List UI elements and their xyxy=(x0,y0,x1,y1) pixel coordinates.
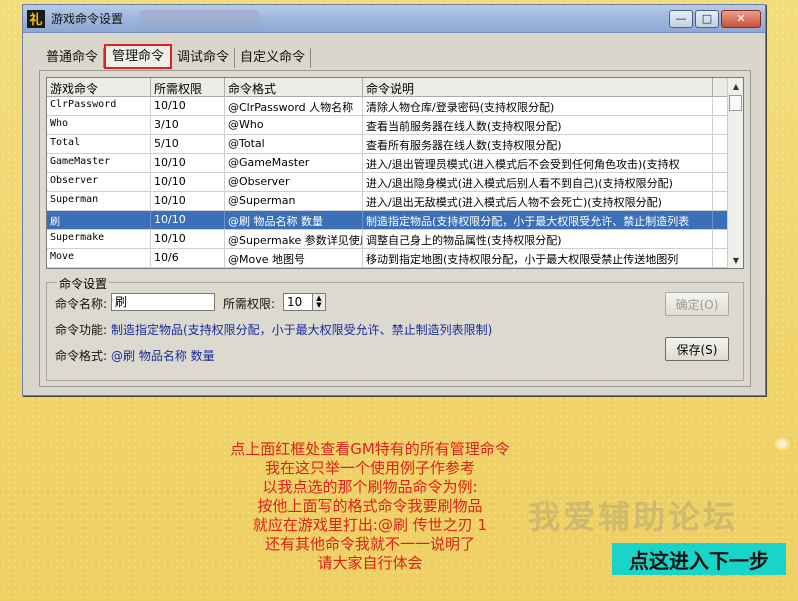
format-cell: @Superman xyxy=(225,192,363,210)
app-icon: 礼 xyxy=(27,9,45,28)
format-cell: @Who xyxy=(225,116,363,134)
permission-cell: 10/10 xyxy=(151,211,225,229)
command-cell: Observer xyxy=(47,173,151,191)
close-button[interactable]: ✕ xyxy=(721,9,761,28)
column-header-description[interactable]: 命令说明 xyxy=(363,78,713,96)
annotation-line: 就应在游戏里打出:@刷 传世之刃 1 xyxy=(252,516,488,534)
format-cell: @刷 物品名称 数量 xyxy=(225,211,363,229)
permission-cell: 10/10 xyxy=(151,192,225,210)
format-cell: @Total xyxy=(225,135,363,153)
function-value: 制造指定物品(支持权限分配，小于最大权限受允许、禁止制造列表限制) xyxy=(111,323,493,337)
table-row[interactable]: GameMaster 10/10 @GameMaster 进入/退出管理员模式(进入模… xyxy=(47,154,743,173)
table-row-partial xyxy=(47,268,743,269)
description-cell: 进入/退出无敌模式(进入模式后人物不会死亡)(支持权限分配) xyxy=(363,192,713,210)
permission-label: 所需权限: xyxy=(223,297,276,311)
table-row[interactable]: 刷 10/10 @刷 物品名称 数量 制造指定物品(支持权限分配，小于最大权限受允许、… xyxy=(47,211,743,230)
column-header-permission[interactable]: 所需权限 xyxy=(151,78,225,96)
command-cell: Superman xyxy=(47,192,151,210)
save-button[interactable]: 保存(S) xyxy=(665,337,729,361)
command-cell: Move xyxy=(47,249,151,267)
format-label: 命令格式: xyxy=(55,349,108,363)
scroll-up-icon[interactable]: ▲ xyxy=(728,78,743,94)
format-cell: @Supermake 参数详见使用 xyxy=(225,230,363,248)
function-label: 命令功能: xyxy=(55,323,108,337)
permission-cell: 10/10 xyxy=(151,230,225,248)
annotation-line: 按他上面写的格式命令我要刷物品 xyxy=(257,497,483,515)
maximize-button[interactable]: □ xyxy=(695,9,719,28)
description-cell: 调整自己身上的物品属性(支持权限分配) xyxy=(363,230,713,248)
table-body: ClrPassword 10/10 @ClrPassword 人物名称 清除人物仓库/… xyxy=(47,97,743,268)
format-cell: @ClrPassword 人物名称 xyxy=(225,97,363,115)
description-cell: 查看所有服务器在线人数(支持权限分配) xyxy=(363,135,713,153)
window-title: 游戏命令设置 xyxy=(51,12,124,26)
game-command-settings-window: 礼 游戏命令设置 — □ ✕ 普通命令 管理命令 调试命令 自定义命令 游戏命令… xyxy=(22,4,766,396)
column-header-command[interactable]: 游戏命令 xyxy=(47,78,151,96)
background-window-ghost xyxy=(139,9,260,28)
command-cell: 刷 xyxy=(47,211,151,229)
tab-strip: 普通命令 管理命令 调试命令 自定义命令 xyxy=(41,44,312,69)
description-cell: 移动到指定地图(支持权限分配，小于最大权限受禁止传送地图列 xyxy=(363,249,713,267)
description-cell: 进入/退出管理员模式(进入模式后不会受到任何角色攻击)(支持权 xyxy=(363,154,713,172)
command-cell: Supermake xyxy=(47,230,151,248)
permission-spinner[interactable]: ▲ ▼ xyxy=(312,293,326,311)
table-row[interactable]: Total 5/10 @Total 查看所有服务器在线人数(支持权限分配) xyxy=(47,135,743,154)
scroll-thumb[interactable] xyxy=(729,95,742,111)
permission-input[interactable]: 10 xyxy=(283,293,313,311)
column-header-format[interactable]: 命令格式 xyxy=(225,78,363,96)
command-name-label: 命令名称: xyxy=(55,297,108,311)
tab-custom-commands[interactable]: 自定义命令 xyxy=(235,48,312,68)
description-cell: 进入/退出隐身模式(进入模式后别人看不到自己)(支持权限分配) xyxy=(363,173,713,191)
command-settings-group: 命令设置 命令名称: 刷 所需权限: 10 ▲ ▼ 确定(O) 命令功能: 制造指… xyxy=(46,275,744,381)
permission-cell: 5/10 xyxy=(151,135,225,153)
command-cell: ClrPassword xyxy=(47,97,151,115)
table-row[interactable]: Superman 10/10 @Superman 进入/退出无敌模式(进入模式后人物不… xyxy=(47,192,743,211)
table-row[interactable]: Observer 10/10 @Observer 进入/退出隐身模式(进入模式后别人看… xyxy=(47,173,743,192)
annotation-text: 点上面红框处查看GM特有的所有管理命令 我在这只举一个使用例子作参考 以我点选的… xyxy=(170,440,570,573)
annotation-line: 还有其他命令我就不一一说明了 xyxy=(264,535,475,553)
tab-admin-commands[interactable]: 管理命令 xyxy=(104,44,173,69)
command-name-input[interactable]: 刷 xyxy=(111,293,215,311)
permission-cell: 10/6 xyxy=(151,249,225,267)
table-row[interactable]: Who 3/10 @Who 查看当前服务器在线人数(支持权限分配) xyxy=(47,116,743,135)
table-row[interactable]: ClrPassword 10/10 @ClrPassword 人物名称 清除人物仓库/… xyxy=(47,97,743,116)
table-row[interactable]: Supermake 10/10 @Supermake 参数详见使用 调整自己身上的物品… xyxy=(47,230,743,249)
annotation-line: 以我点选的那个刷物品命令为例: xyxy=(262,478,478,496)
description-cell: 查看当前服务器在线人数(支持权限分配) xyxy=(363,116,713,134)
format-cell: @Move 地图号 xyxy=(225,249,363,267)
permission-cell: 10/10 xyxy=(151,173,225,191)
table-header: 游戏命令 所需权限 命令格式 命令说明 xyxy=(47,78,743,97)
title-bar[interactable]: 礼 游戏命令设置 — □ ✕ xyxy=(23,5,765,33)
command-cell: Who xyxy=(47,116,151,134)
group-title: 命令设置 xyxy=(57,275,110,292)
permission-cell: 3/10 xyxy=(151,116,225,134)
format-cell: @Observer xyxy=(225,173,363,191)
format-value: @刷 物品名称 数量 xyxy=(111,349,215,363)
format-cell: @GameMaster xyxy=(225,154,363,172)
permission-cell: 10/10 xyxy=(151,154,225,172)
command-cell: GameMaster xyxy=(47,154,151,172)
next-step-button[interactable]: 点这进入下一步 xyxy=(612,543,786,575)
description-cell: 制造指定物品(支持权限分配，小于最大权限受允许、禁止制造列表 xyxy=(363,211,713,229)
command-cell: Total xyxy=(47,135,151,153)
tab-debug-commands[interactable]: 调试命令 xyxy=(172,48,236,68)
permission-cell: 10/10 xyxy=(151,97,225,115)
command-table: 游戏命令 所需权限 命令格式 命令说明 ClrPassword 10/10 @Clr… xyxy=(46,77,744,269)
tab-normal-commands[interactable]: 普通命令 xyxy=(41,48,105,68)
vertical-scrollbar[interactable]: ▲ ▼ xyxy=(727,78,743,268)
sparkle-decoration xyxy=(770,434,794,454)
minimize-button[interactable]: — xyxy=(669,9,693,28)
scroll-down-icon[interactable]: ▼ xyxy=(728,252,743,268)
annotation-line: 我在这只举一个使用例子作参考 xyxy=(264,459,475,477)
annotation-line: 点上面红框处查看GM特有的所有管理命令 xyxy=(230,440,510,458)
tab-panel: 游戏命令 所需权限 命令格式 命令说明 ClrPassword 10/10 @Clr… xyxy=(39,70,751,387)
site-watermark: 我爱辅助论坛 xyxy=(528,498,739,536)
confirm-button[interactable]: 确定(O) xyxy=(665,292,729,316)
description-cell: 清除人物仓库/登录密码(支持权限分配) xyxy=(363,97,713,115)
annotation-line: 请大家自行体会 xyxy=(317,554,423,572)
table-row[interactable]: Move 10/6 @Move 地图号 移动到指定地图(支持权限分配，小于最大权限受禁… xyxy=(47,249,743,268)
